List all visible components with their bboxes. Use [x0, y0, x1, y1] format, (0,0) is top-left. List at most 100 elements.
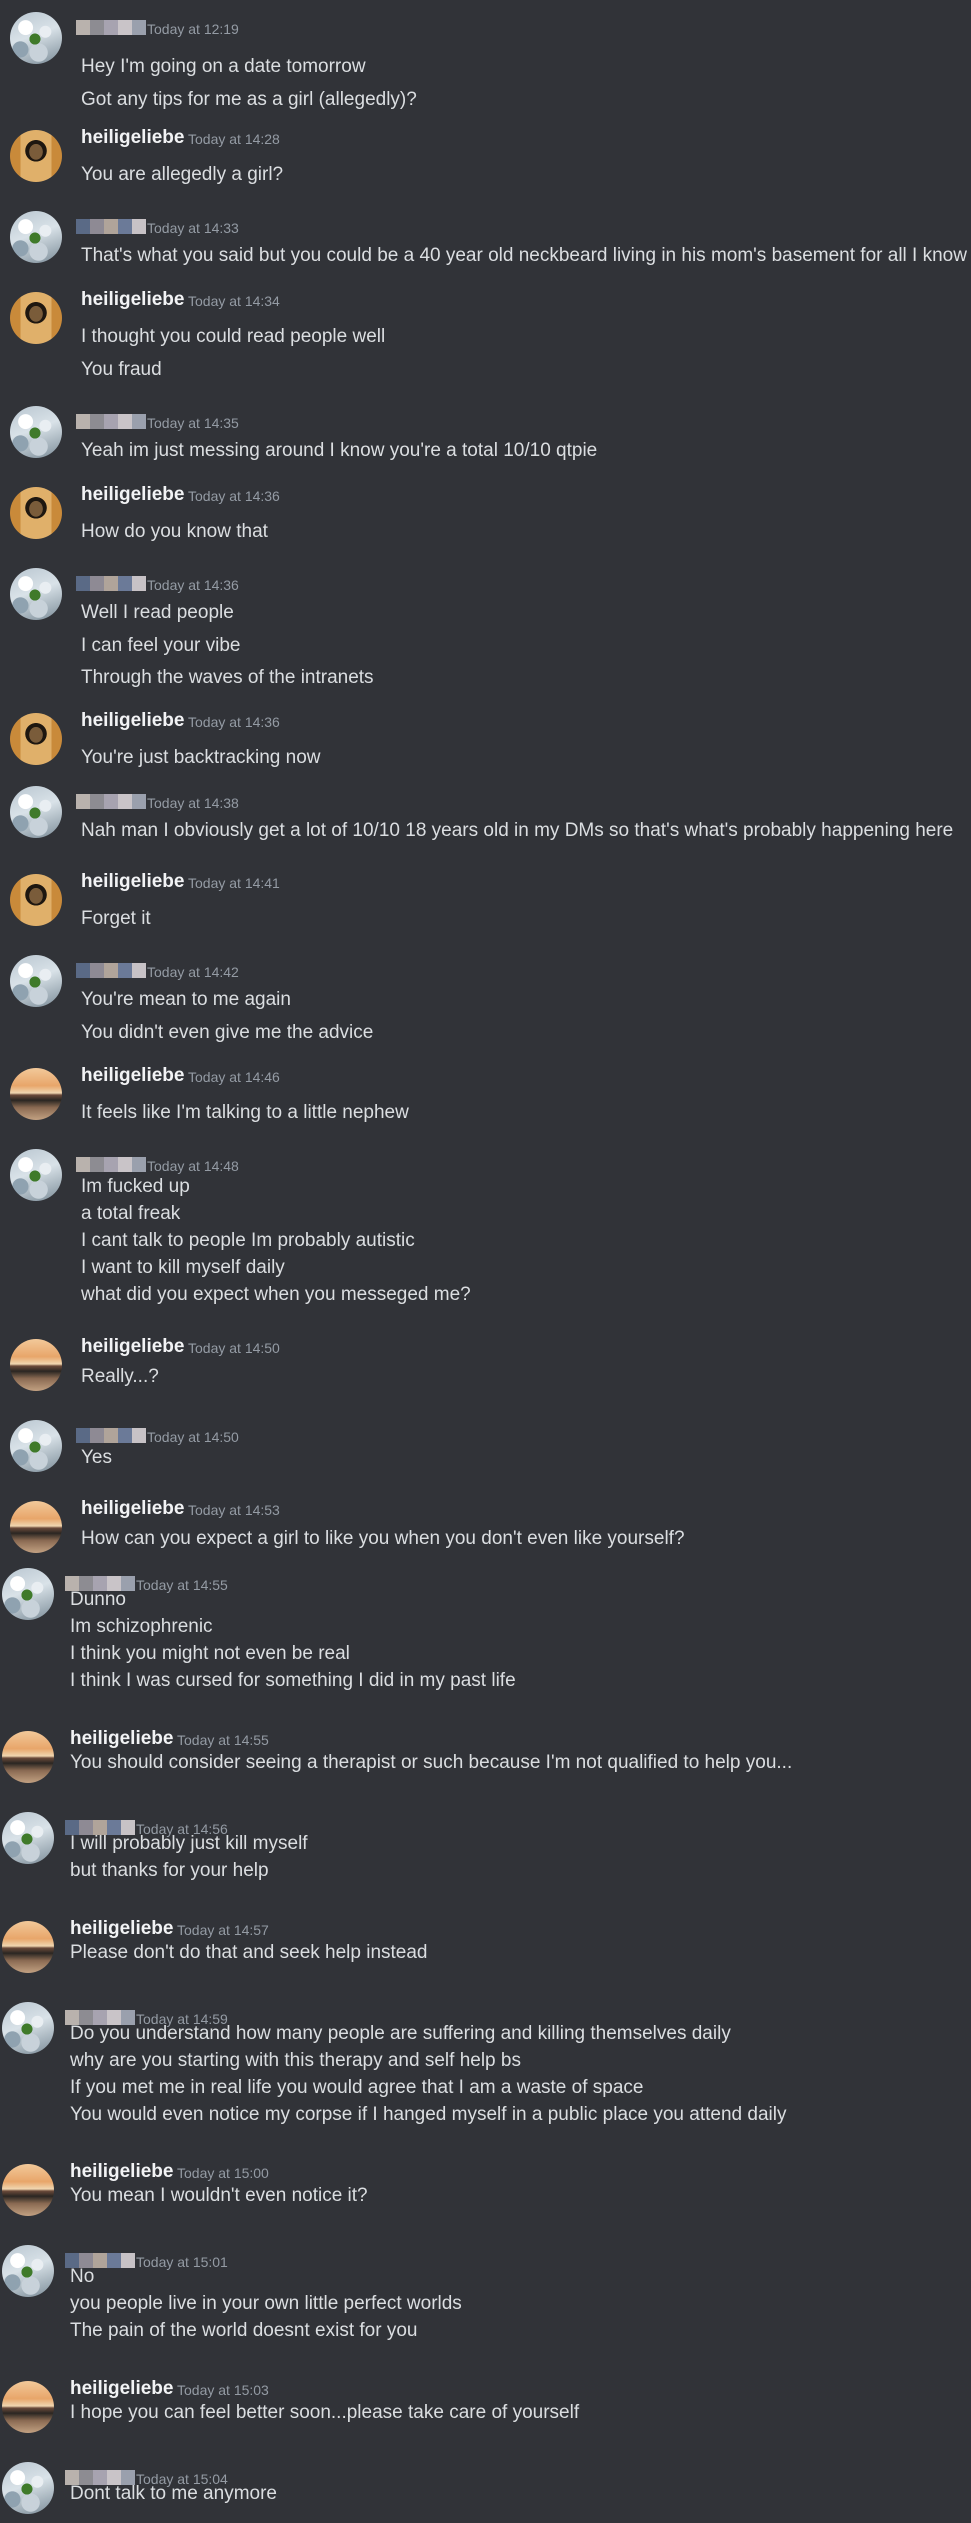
message-text: Yes: [81, 1447, 112, 1468]
username[interactable]: heiligeliebe: [81, 1498, 184, 1520]
redacted-username[interactable]: [76, 219, 146, 234]
sunset-avatar-icon[interactable]: [10, 1068, 62, 1120]
message-text: You are allegedly a girl?: [81, 164, 284, 185]
username[interactable]: heiligeliebe: [81, 871, 184, 893]
username[interactable]: heiligeliebe: [70, 1918, 173, 1940]
username[interactable]: heiligeliebe: [70, 1728, 173, 1750]
timestamp[interactable]: Today at 14:36: [147, 577, 239, 593]
snowy-plant-avatar-icon[interactable]: [2, 1812, 54, 1864]
snowy-plant-avatar-icon[interactable]: [10, 211, 62, 263]
message-text: I want to kill myself daily: [81, 1257, 285, 1278]
message-text: Hey I'm going on a date tomorrow: [81, 56, 366, 77]
snowy-plant-avatar-icon[interactable]: [10, 568, 62, 620]
snowy-plant-avatar-icon[interactable]: [10, 406, 62, 458]
timestamp[interactable]: Today at 14:33: [147, 220, 239, 236]
message-text: I will probably just kill myself: [70, 1833, 308, 1854]
timestamp[interactable]: Today at 14:42: [147, 964, 239, 980]
timestamp[interactable]: Today at 14:53: [188, 1502, 280, 1518]
timestamp[interactable]: Today at 14:36: [188, 714, 280, 730]
message-text: You didn't even give me the advice: [81, 1022, 374, 1043]
timestamp[interactable]: Today at 14:48: [147, 1158, 239, 1174]
lamp-avatar-icon[interactable]: [10, 292, 62, 344]
timestamp[interactable]: Today at 14:36: [188, 488, 280, 504]
snowy-plant-avatar-icon[interactable]: [2, 2462, 54, 2514]
sunset-avatar-icon[interactable]: [2, 2381, 54, 2433]
lamp-avatar-icon[interactable]: [10, 487, 62, 539]
timestamp[interactable]: Today at 14:55: [136, 1577, 228, 1593]
message-text: How can you expect a girl to like you wh…: [81, 1528, 685, 1549]
sunset-avatar-icon[interactable]: [2, 1921, 54, 1973]
message-text: If you met me in real life you would agr…: [70, 2077, 644, 2098]
redacted-username[interactable]: [76, 414, 146, 429]
timestamp[interactable]: Today at 15:00: [177, 2165, 269, 2181]
redacted-username[interactable]: [76, 1157, 146, 1172]
timestamp[interactable]: Today at 14:35: [147, 415, 239, 431]
message-text: Dont talk to me anymore: [70, 2483, 277, 2504]
lamp-avatar-icon[interactable]: [10, 713, 62, 765]
snowy-plant-avatar-icon[interactable]: [10, 955, 62, 1007]
snowy-plant-avatar-icon[interactable]: [10, 786, 62, 838]
sunset-avatar-icon[interactable]: [10, 1501, 62, 1553]
sunset-avatar-icon[interactable]: [2, 1731, 54, 1783]
sunset-avatar-icon[interactable]: [2, 2164, 54, 2216]
message-text: why are you starting with this therapy a…: [70, 2050, 521, 2071]
username[interactable]: heiligeliebe: [70, 2378, 173, 2400]
message-text: I think I was cursed for something I did…: [70, 1670, 516, 1691]
lamp-avatar-icon[interactable]: [10, 874, 62, 926]
message-text: Dunno: [70, 1589, 126, 1610]
username[interactable]: heiligeliebe: [81, 710, 184, 732]
username[interactable]: heiligeliebe: [81, 1336, 184, 1358]
username[interactable]: heiligeliebe: [81, 289, 184, 311]
redacted-username[interactable]: [76, 963, 146, 978]
timestamp[interactable]: Today at 14:41: [188, 875, 280, 891]
snowy-plant-avatar-icon[interactable]: [10, 1149, 62, 1201]
message-text: Do you understand how many people are su…: [70, 2023, 731, 2044]
message-text: You would even notice my corpse if I han…: [70, 2104, 787, 2125]
timestamp[interactable]: Today at 14:50: [147, 1429, 239, 1445]
message-text: Im fucked up: [81, 1176, 190, 1197]
message-text: You fraud: [81, 359, 162, 380]
message-text: Yeah im just messing around I know you'r…: [81, 440, 598, 461]
redacted-username[interactable]: [76, 1428, 146, 1443]
redacted-username[interactable]: [76, 576, 146, 591]
username[interactable]: heiligeliebe: [70, 2161, 173, 2183]
timestamp[interactable]: Today at 14:55: [177, 1732, 269, 1748]
message-text: Please don't do that and seek help inste…: [70, 1942, 428, 1963]
timestamp[interactable]: Today at 14:50: [188, 1340, 280, 1356]
timestamp[interactable]: Today at 14:57: [177, 1922, 269, 1938]
snowy-plant-avatar-icon[interactable]: [2, 2245, 54, 2297]
timestamp[interactable]: Today at 14:34: [188, 293, 280, 309]
snowy-plant-avatar-icon[interactable]: [2, 1568, 54, 1620]
message-text: I think you might not even be real: [70, 1643, 350, 1664]
timestamp[interactable]: Today at 15:03: [177, 2382, 269, 2398]
lamp-avatar-icon[interactable]: [10, 130, 62, 182]
message-text: No: [70, 2266, 95, 2287]
message-text: You're mean to me again: [81, 989, 291, 1010]
timestamp[interactable]: Today at 15:01: [136, 2254, 228, 2270]
snowy-plant-avatar-icon[interactable]: [10, 1420, 62, 1472]
message-text: You're just backtracking now: [81, 747, 321, 768]
username[interactable]: heiligeliebe: [81, 127, 184, 149]
redacted-username[interactable]: [76, 794, 146, 809]
timestamp[interactable]: Today at 14:46: [188, 1069, 280, 1085]
message-text: I can feel your vibe: [81, 635, 241, 656]
message-text: Nah man I obviously get a lot of 10/10 1…: [81, 820, 954, 841]
timestamp[interactable]: Today at 14:28: [188, 131, 280, 147]
message-text: You mean I wouldn't even notice it?: [70, 2185, 368, 2206]
message-text: you people live in your own little perfe…: [70, 2293, 462, 2314]
message-text: Forget it: [81, 908, 151, 929]
message-text: I cant talk to people Im probably autist…: [81, 1230, 415, 1251]
message-text: what did you expect when you messeged me…: [81, 1284, 471, 1305]
sunset-avatar-icon[interactable]: [10, 1339, 62, 1391]
timestamp[interactable]: Today at 14:38: [147, 795, 239, 811]
message-text: I thought you could read people well: [81, 326, 386, 347]
snowy-plant-avatar-icon[interactable]: [2, 2002, 54, 2054]
message-text: Im schizophrenic: [70, 1616, 213, 1637]
message-text: You should consider seeing a therapist o…: [70, 1752, 793, 1773]
chat-message-list[interactable]: Today at 12:19 Hey I'm going on a date to…: [0, 0, 971, 2523]
username[interactable]: heiligeliebe: [81, 1065, 184, 1087]
snowy-plant-avatar-icon[interactable]: [10, 12, 62, 64]
redacted-username[interactable]: [76, 20, 146, 35]
username[interactable]: heiligeliebe: [81, 484, 184, 506]
timestamp[interactable]: Today at 12:19: [147, 21, 239, 37]
